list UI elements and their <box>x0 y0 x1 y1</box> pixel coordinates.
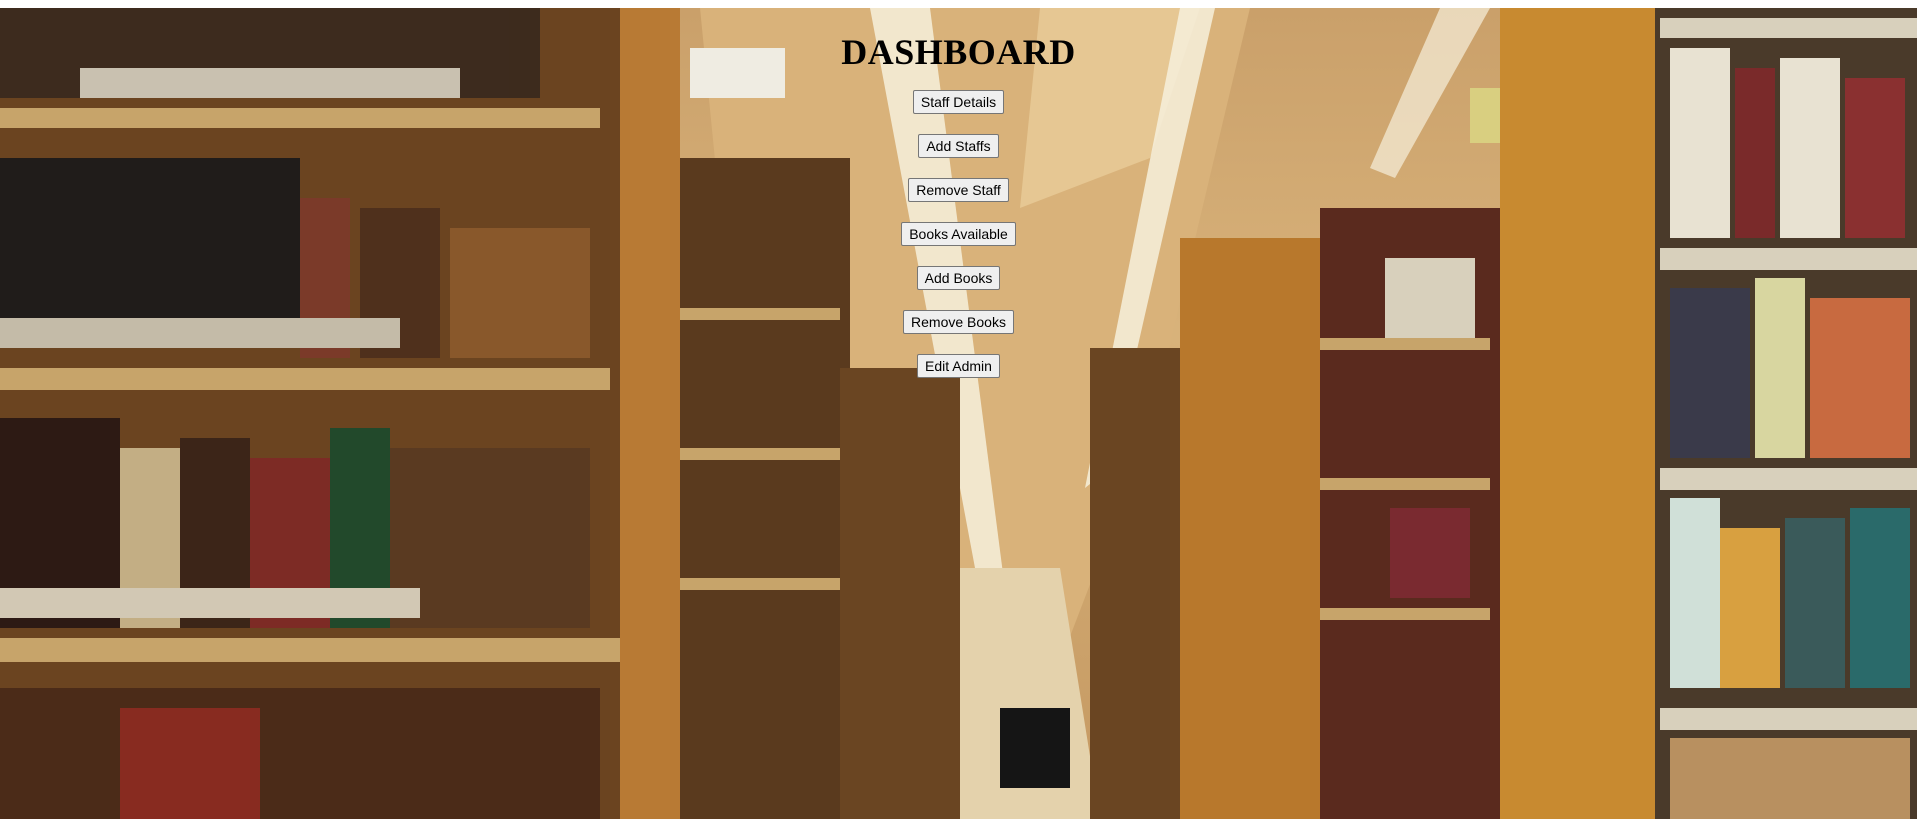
dashboard-panel: DASHBOARD Staff Details Add Staffs Remov… <box>0 0 1917 398</box>
staff-details-button[interactable]: Staff Details <box>912 90 1005 114</box>
add-books-button[interactable]: Add Books <box>916 266 1001 290</box>
remove-staff-button[interactable]: Remove Staff <box>908 178 1009 202</box>
edit-admin-button[interactable]: Edit Admin <box>917 354 1000 378</box>
dashboard-menu: Staff Details Add Staffs Remove Staff Bo… <box>0 90 1917 398</box>
books-available-button[interactable]: Books Available <box>901 222 1016 246</box>
add-staffs-button[interactable]: Add Staffs <box>918 134 999 158</box>
page-title: DASHBOARD <box>841 32 1076 72</box>
remove-books-button[interactable]: Remove Books <box>903 310 1014 334</box>
dashboard-page: DASHBOARD Staff Details Add Staffs Remov… <box>0 0 1917 819</box>
